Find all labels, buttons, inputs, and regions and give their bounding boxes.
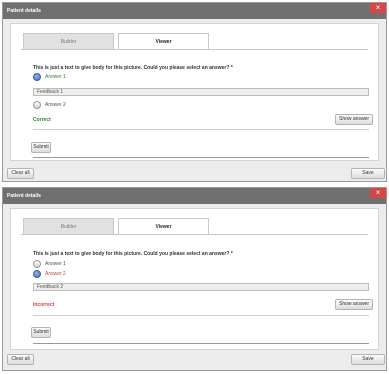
- answer-1-radio[interactable]: [33, 73, 41, 81]
- divider: [33, 157, 369, 158]
- answer-2-label[interactable]: Answer 2: [45, 102, 66, 108]
- save-button[interactable]: Save: [351, 168, 385, 179]
- answer-2-label[interactable]: Answer 2: [45, 271, 66, 277]
- submit-button[interactable]: Submit: [31, 142, 51, 153]
- clear-all-button[interactable]: Clear all: [7, 168, 34, 179]
- answer-2-radio[interactable]: [33, 270, 41, 278]
- dialog-titlebar[interactable]: Patient details ×: [3, 188, 386, 204]
- dialog-title: Patient details: [7, 8, 41, 14]
- result-status: Correct: [33, 117, 51, 123]
- answer-1-label[interactable]: Answer 1: [45, 261, 66, 267]
- show-answer-button[interactable]: Show answer: [335, 114, 373, 125]
- tab-viewer[interactable]: Viewer: [118, 218, 209, 234]
- tab-builder[interactable]: Builder: [23, 218, 114, 234]
- submit-button[interactable]: Submit: [31, 327, 51, 338]
- patient-details-dialog: Patient details × Builder Viewer This is…: [2, 2, 387, 182]
- clear-all-button[interactable]: Clear all: [7, 354, 34, 365]
- feedback-field: Feedback 1: [33, 88, 369, 96]
- tab-builder[interactable]: Builder: [23, 33, 114, 49]
- tab-divider: [21, 234, 368, 235]
- save-button[interactable]: Save: [351, 354, 385, 365]
- close-icon[interactable]: ×: [370, 188, 386, 198]
- feedback-field: Feedback 2: [33, 283, 369, 291]
- close-icon[interactable]: ×: [370, 3, 386, 13]
- question-text: This is just a text to give body for thi…: [33, 251, 233, 257]
- divider: [33, 129, 369, 130]
- dialog-titlebar[interactable]: Patient details ×: [3, 3, 386, 19]
- dialog-content: Builder Viewer This is just a text to gi…: [10, 208, 379, 350]
- dialog-title: Patient details: [7, 193, 41, 199]
- result-status: Incorrect: [33, 302, 55, 308]
- show-answer-button[interactable]: Show answer: [335, 299, 373, 310]
- patient-details-dialog: Patient details × Builder Viewer This is…: [2, 187, 387, 371]
- answer-1-label[interactable]: Answer 1: [45, 74, 66, 80]
- answer-2-radio[interactable]: [33, 101, 41, 109]
- tab-viewer[interactable]: Viewer: [118, 33, 209, 49]
- question-text: This is just a text to give body for thi…: [33, 65, 233, 71]
- dialog-content: Builder Viewer This is just a text to gi…: [10, 23, 379, 161]
- tab-divider: [21, 49, 368, 50]
- answer-1-radio[interactable]: [33, 260, 41, 268]
- divider: [33, 315, 369, 316]
- divider: [33, 343, 369, 344]
